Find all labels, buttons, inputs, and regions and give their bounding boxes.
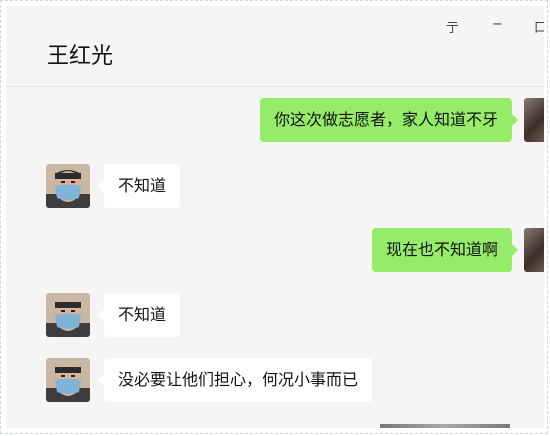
chat-title: 王红光	[47, 44, 114, 69]
chat-window: 王红光 亍 − 口 你这次做志愿者，家人知道不牙 不知道 现在也不知道啊 不知道…	[6, 6, 544, 428]
next-message-preview	[380, 424, 510, 428]
pin-icon[interactable]: 亍	[446, 17, 459, 36]
maximize-icon[interactable]: 口	[534, 17, 544, 36]
message-bubble-incoming[interactable]: 不知道	[97, 293, 181, 337]
avatar[interactable]	[46, 293, 90, 337]
avatar[interactable]	[524, 98, 544, 142]
avatar[interactable]	[524, 228, 544, 272]
chat-header: 王红光 亍 − 口	[6, 6, 544, 87]
message-bubble-outgoing[interactable]: 你这次做志愿者，家人知道不牙	[259, 98, 519, 142]
message-bubble-incoming[interactable]: 没必要让他们担心，何况小事而已	[97, 358, 373, 402]
message-bubble-outgoing[interactable]: 现在也不知道啊	[371, 228, 519, 272]
avatar[interactable]	[46, 164, 90, 208]
message-bubble-incoming[interactable]: 不知道	[97, 164, 181, 208]
avatar[interactable]	[46, 358, 90, 402]
minimize-icon[interactable]: −	[492, 17, 503, 32]
